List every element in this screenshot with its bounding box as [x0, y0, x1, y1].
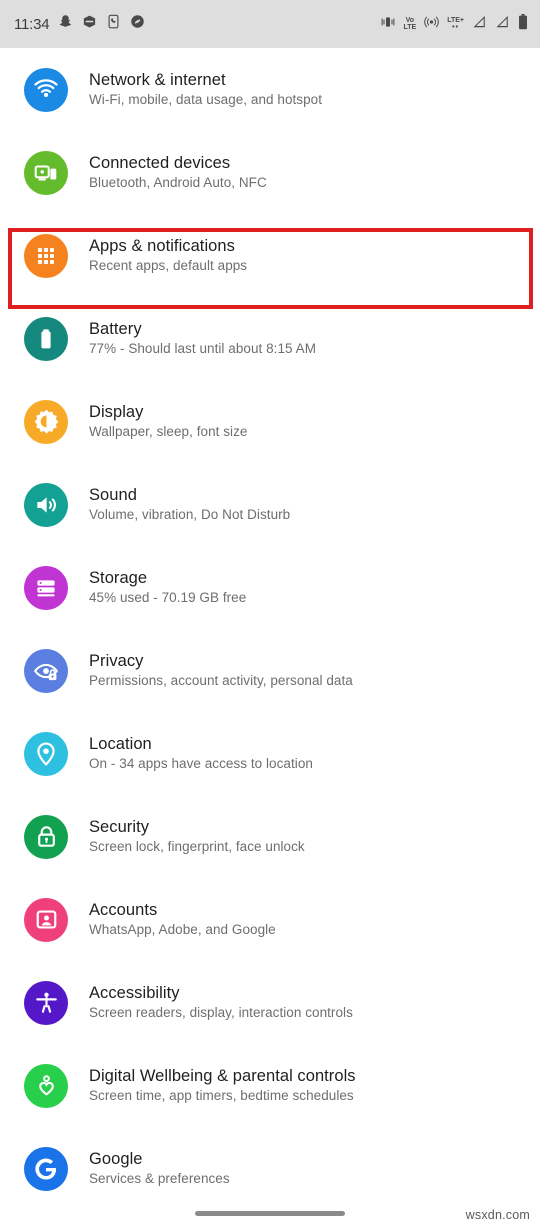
account-portrait-icon: [24, 897, 68, 942]
battery-icon: [24, 316, 68, 361]
row-title: Sound: [89, 486, 137, 504]
settings-row-text: Privacy Permissions, account activity, p…: [89, 651, 353, 690]
signal-bars-sim1-icon: [472, 15, 487, 34]
battery-icon: [518, 13, 528, 35]
row-title: Accounts: [89, 901, 158, 919]
row-subtitle: Wi-Fi, mobile, data usage, and hotspot: [89, 92, 323, 107]
shazam-icon: [130, 14, 145, 34]
row-subtitle: 77% - Should last until about 8:15 AM: [89, 341, 316, 356]
status-bar-clock: 11:34: [14, 15, 50, 33]
row-title: Google: [89, 1150, 143, 1168]
row-title: Network & internet: [89, 71, 226, 89]
settings-row-digital-wellbeing[interactable]: Digital Wellbeing & parental controls Sc…: [0, 1044, 540, 1127]
row-subtitle: On - 34 apps have access to location: [89, 756, 313, 771]
row-subtitle: Screen time, app timers, bedtime schedul…: [89, 1088, 354, 1103]
hotspot-icon: [424, 15, 439, 34]
settings-row-sound[interactable]: Sound Volume, vibration, Do Not Disturb: [0, 463, 540, 546]
volte-icon: Vo LTE: [403, 16, 417, 32]
apps-grid-icon: [24, 233, 68, 278]
location-pin-icon: [24, 731, 68, 776]
settings-row-location[interactable]: Location On - 34 apps have access to loc…: [0, 712, 540, 795]
row-subtitle: Screen readers, display, interaction con…: [89, 1005, 353, 1020]
row-subtitle: Volume, vibration, Do Not Disturb: [89, 507, 291, 522]
hexagon-app-icon: [82, 14, 97, 34]
settings-row-text: Google Services & preferences: [89, 1149, 230, 1188]
status-bar-right-group: Vo LTE LTE+ ••: [380, 13, 529, 35]
settings-row-google[interactable]: Google Services & preferences: [0, 1127, 540, 1210]
lock-icon: [24, 814, 68, 859]
google-g-icon: [24, 1146, 68, 1191]
status-bar-left-group: 11:34: [14, 14, 145, 34]
settings-row-text: Storage 45% used - 70.19 GB free: [89, 568, 246, 607]
row-title: Connected devices: [89, 154, 231, 172]
settings-row-display[interactable]: Display Wallpaper, sleep, font size: [0, 380, 540, 463]
settings-row-text: Digital Wellbeing & parental controls Sc…: [89, 1066, 356, 1105]
row-subtitle: Wallpaper, sleep, font size: [89, 424, 248, 439]
signal-bars-sim2-icon: [495, 15, 510, 34]
settings-row-text: Security Screen lock, fingerprint, face …: [89, 817, 305, 856]
brightness-icon: [24, 399, 68, 444]
watermark: wsxdn.com: [465, 1208, 530, 1222]
row-title: Display: [89, 403, 144, 421]
settings-row-text: Location On - 34 apps have access to loc…: [89, 734, 313, 773]
settings-row-text: Display Wallpaper, sleep, font size: [89, 402, 247, 441]
settings-row-network-internet[interactable]: Network & internet Wi-Fi, mobile, data u…: [0, 48, 540, 131]
settings-list[interactable]: Network & internet Wi-Fi, mobile, data u…: [0, 48, 540, 1208]
cast-devices-icon: [24, 150, 68, 195]
phone-app-icon: [106, 14, 121, 34]
settings-row-text: Battery 77% - Should last until about 8:…: [89, 319, 316, 358]
row-title: Storage: [89, 569, 148, 587]
wellbeing-heart-icon: [24, 1063, 68, 1108]
row-subtitle: Recent apps, default apps: [89, 258, 248, 273]
settings-row-privacy[interactable]: Privacy Permissions, account activity, p…: [0, 629, 540, 712]
row-subtitle: 45% used - 70.19 GB free: [89, 590, 247, 605]
lte-plus-icon: LTE+ ••: [447, 16, 464, 32]
home-indicator[interactable]: [195, 1211, 345, 1216]
row-subtitle: Bluetooth, Android Auto, NFC: [89, 175, 267, 190]
settings-row-text: Accounts WhatsApp, Adobe, and Google: [89, 900, 276, 939]
row-title: Location: [89, 735, 152, 753]
settings-row-text: Connected devices Bluetooth, Android Aut…: [89, 153, 267, 192]
snapchat-icon: [58, 14, 73, 34]
status-bar: 11:34 Vo LTE LTE+ ••: [0, 0, 540, 48]
volume-icon: [24, 482, 68, 527]
settings-row-storage[interactable]: Storage 45% used - 70.19 GB free: [0, 546, 540, 629]
settings-row-connected-devices[interactable]: Connected devices Bluetooth, Android Aut…: [0, 131, 540, 214]
accessibility-person-icon: [24, 980, 68, 1025]
settings-row-text: Apps & notifications Recent apps, defaul…: [89, 236, 247, 275]
row-subtitle: Permissions, account activity, personal …: [89, 673, 353, 688]
storage-icon: [24, 565, 68, 610]
settings-row-text: Accessibility Screen readers, display, i…: [89, 983, 353, 1022]
settings-row-text: Sound Volume, vibration, Do Not Disturb: [89, 485, 290, 524]
settings-row-security[interactable]: Security Screen lock, fingerprint, face …: [0, 795, 540, 878]
row-subtitle: Screen lock, fingerprint, face unlock: [89, 839, 305, 854]
settings-row-accessibility[interactable]: Accessibility Screen readers, display, i…: [0, 961, 540, 1044]
settings-row-accounts[interactable]: Accounts WhatsApp, Adobe, and Google: [0, 878, 540, 961]
android-settings-screen: 11:34 Vo LTE LTE+ •• Network & internet …: [0, 0, 540, 1230]
row-title: Security: [89, 818, 150, 836]
row-title: Accessibility: [89, 984, 180, 1002]
row-subtitle: WhatsApp, Adobe, and Google: [89, 922, 276, 937]
vibrate-icon: [380, 15, 396, 34]
settings-row-text: Network & internet Wi-Fi, mobile, data u…: [89, 70, 322, 109]
settings-row-apps-notifications[interactable]: Apps & notifications Recent apps, defaul…: [0, 214, 540, 297]
row-title: Digital Wellbeing & parental controls: [89, 1067, 356, 1085]
row-title: Privacy: [89, 652, 144, 670]
row-subtitle: Services & preferences: [89, 1171, 230, 1186]
wifi-icon: [24, 67, 68, 112]
row-title: Battery: [89, 320, 142, 338]
privacy-eye-lock-icon: [24, 648, 68, 693]
settings-row-battery[interactable]: Battery 77% - Should last until about 8:…: [0, 297, 540, 380]
row-title: Apps & notifications: [89, 237, 235, 255]
